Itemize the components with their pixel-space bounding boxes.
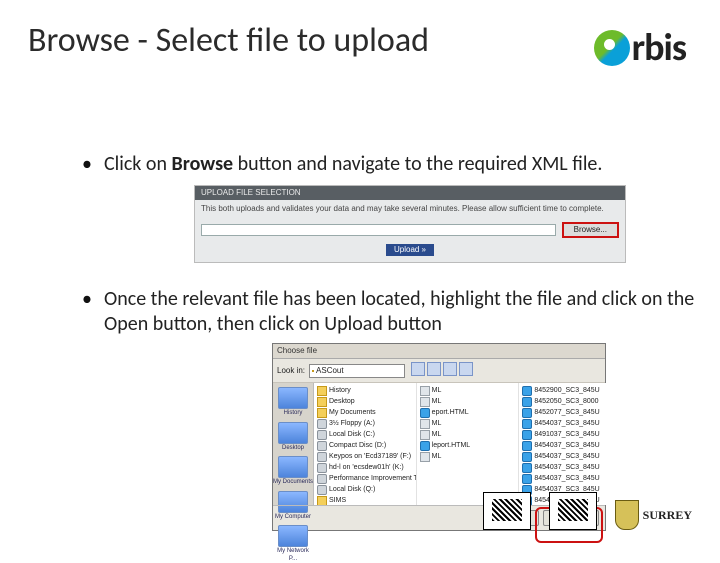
footer-logos: SURREY bbox=[483, 492, 692, 530]
text: Once the relevant file has been located,… bbox=[104, 287, 694, 336]
instruction-step-1: Click on Browse button and navigate to t… bbox=[68, 152, 720, 263]
file-entry[interactable]: 8452077_SC3_845U bbox=[522, 407, 618, 418]
file-entry[interactable]: 8454037_SC3_845U bbox=[522, 440, 618, 451]
upload-panel-message: This both uploads and validates your dat… bbox=[195, 200, 625, 218]
upload-panel-screenshot: UPLOAD FILE SELECTION This both uploads … bbox=[194, 185, 626, 263]
upload-file-field[interactable] bbox=[201, 224, 556, 236]
file-icon bbox=[420, 397, 430, 407]
file-entry[interactable]: History bbox=[317, 385, 413, 396]
upload-panel-header: UPLOAD FILE SELECTION bbox=[195, 186, 625, 200]
text: Click on bbox=[104, 152, 172, 176]
file-entry[interactable]: My Documents bbox=[317, 407, 413, 418]
text-bold: Browse bbox=[172, 152, 234, 176]
file-icon bbox=[420, 430, 430, 440]
file-entry[interactable]: SIMS bbox=[317, 495, 413, 505]
file-entry[interactable]: Keypos on 'Ecd37189' (F:) bbox=[317, 451, 413, 462]
file-entry[interactable]: leport.HTML bbox=[420, 440, 516, 451]
brighton-hove-logo bbox=[483, 492, 531, 530]
file-entry[interactable]: 8491037_SC3_845U bbox=[522, 429, 618, 440]
drive-icon bbox=[317, 463, 327, 473]
drive-icon bbox=[317, 452, 327, 462]
drive-icon bbox=[317, 430, 327, 440]
html-icon bbox=[522, 408, 532, 418]
file-icon bbox=[420, 452, 430, 462]
place-my-documents[interactable]: My Documents bbox=[273, 456, 313, 487]
file-entry[interactable]: Local Disk (C:) bbox=[317, 429, 413, 440]
file-entry[interactable]: Performance Improvement Team on 'escdata… bbox=[317, 473, 413, 484]
instruction-list: Click on Browse button and navigate to t… bbox=[28, 152, 720, 543]
surrey-text: SURREY bbox=[643, 508, 692, 523]
file-entry[interactable]: 8454037_SC3_845U bbox=[522, 418, 618, 429]
logo-o-icon bbox=[594, 30, 630, 66]
surrey-logo: SURREY bbox=[615, 500, 692, 530]
folder-icon bbox=[317, 397, 327, 407]
lookin-value: ASCout bbox=[316, 366, 344, 376]
lookin-label: Look in: bbox=[277, 366, 305, 376]
html-icon bbox=[522, 430, 532, 440]
place-my-network-p-[interactable]: My Network P... bbox=[273, 525, 313, 563]
dialog-title: Choose file bbox=[273, 344, 605, 359]
html-icon bbox=[522, 419, 532, 429]
folder-icon bbox=[317, 496, 327, 506]
place-history[interactable]: History bbox=[273, 387, 313, 418]
file-entry[interactable]: 8454037_SC3_845U bbox=[522, 462, 618, 473]
place-desktop[interactable]: Desktop bbox=[273, 422, 313, 453]
places-bar: HistoryDesktopMy DocumentsMy ComputerMy … bbox=[273, 383, 314, 505]
browse-button[interactable]: Browse... bbox=[562, 222, 619, 238]
shield-icon bbox=[615, 500, 639, 530]
html-icon bbox=[522, 441, 532, 451]
back-icon[interactable] bbox=[411, 362, 425, 376]
file-entry[interactable]: Desktop bbox=[317, 396, 413, 407]
file-entry[interactable]: Local Disk (Q:) bbox=[317, 484, 413, 495]
upload-button[interactable]: Upload » bbox=[386, 244, 434, 256]
file-entry[interactable]: 8452050_SC3_8000 bbox=[522, 396, 618, 407]
file-entry[interactable]: eport.HTML bbox=[420, 407, 516, 418]
drive-icon bbox=[317, 474, 327, 484]
file-entry[interactable]: ML bbox=[420, 451, 516, 462]
file-entry[interactable]: ML bbox=[420, 418, 516, 429]
views-icon[interactable] bbox=[459, 362, 473, 376]
file-column-1: HistoryDesktopMy Documents3½ Floppy (A:)… bbox=[314, 383, 417, 505]
file-icon bbox=[420, 419, 430, 429]
file-icon bbox=[420, 386, 430, 396]
file-entry[interactable]: ML bbox=[420, 385, 516, 396]
file-entry[interactable]: Compact Disc (D:) bbox=[317, 440, 413, 451]
html-icon bbox=[522, 397, 532, 407]
html-icon bbox=[420, 441, 430, 451]
html-icon bbox=[522, 463, 532, 473]
text: button and navigate to the required XML … bbox=[233, 152, 602, 176]
folder-icon bbox=[317, 386, 327, 396]
dialog-toolbar bbox=[409, 362, 473, 379]
logo-text: rbis bbox=[632, 25, 686, 71]
file-entry[interactable]: 3½ Floppy (A:) bbox=[317, 418, 413, 429]
up-icon[interactable] bbox=[427, 362, 441, 376]
drive-icon bbox=[317, 419, 327, 429]
html-icon bbox=[522, 452, 532, 462]
drive-icon bbox=[317, 441, 327, 451]
file-column-3: 8452900_SC3_845U8452050_SC3_80008452077_… bbox=[519, 383, 621, 505]
newfolder-icon[interactable] bbox=[443, 362, 457, 376]
file-entry[interactable]: ML bbox=[420, 396, 516, 407]
html-icon bbox=[522, 386, 532, 396]
file-entry[interactable]: ML bbox=[420, 429, 516, 440]
folder-icon bbox=[317, 408, 327, 418]
file-entry[interactable]: 8454037_SC3_845U bbox=[522, 451, 618, 462]
file-entry[interactable]: hd-l on 'ecsdew01h' (K:) bbox=[317, 462, 413, 473]
lookin-combo[interactable]: ASCout bbox=[309, 364, 405, 378]
file-column-2: MLMLeport.HTMLMLMLleport.HTMLML bbox=[417, 383, 520, 505]
folder-icon bbox=[312, 370, 314, 372]
html-icon bbox=[522, 474, 532, 484]
html-icon bbox=[420, 408, 430, 418]
page-title: Browse - Select file to upload bbox=[28, 20, 429, 61]
drive-icon bbox=[317, 485, 327, 495]
east-sussex-logo bbox=[549, 492, 597, 530]
orbis-logo: rbis bbox=[594, 24, 686, 71]
file-entry[interactable]: 8454037_SC3_845U bbox=[522, 473, 618, 484]
file-entry[interactable]: 8452900_SC3_845U bbox=[522, 385, 618, 396]
